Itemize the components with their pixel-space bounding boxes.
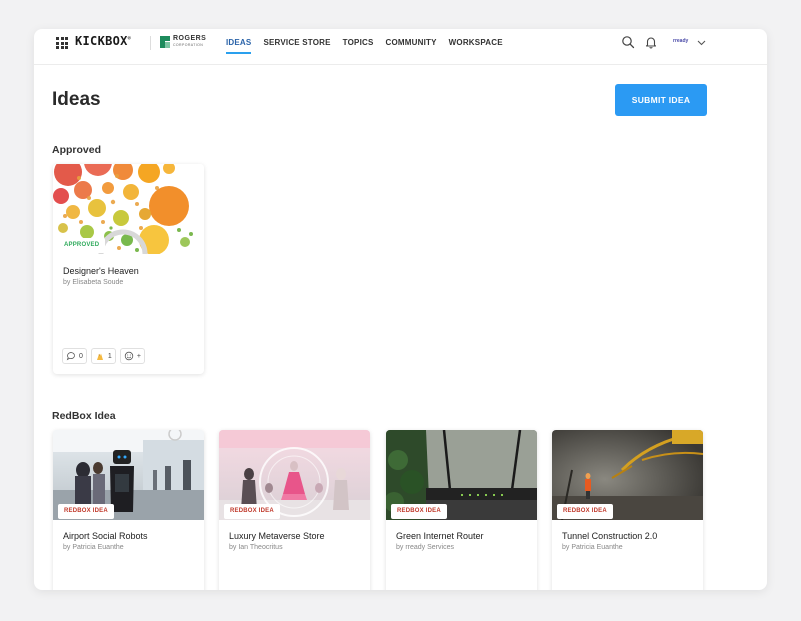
kickbox-logo[interactable]: KICKBOX® bbox=[75, 34, 131, 48]
comments-button[interactable]: 0 bbox=[62, 348, 87, 364]
top-navigation-bar: KICKBOX® ROGERS CORPORATION IDEAS SERVIC… bbox=[34, 29, 767, 65]
idea-author: by Ian Theocritus bbox=[229, 544, 283, 551]
nav-workspace[interactable]: WORKSPACE bbox=[449, 29, 503, 65]
search-icon[interactable] bbox=[621, 35, 635, 49]
section-approved-heading: Approved bbox=[52, 144, 102, 156]
partner-subtitle: CORPORATION bbox=[173, 43, 204, 47]
apps-grid-icon[interactable] bbox=[56, 37, 68, 49]
brand-registered-mark: ® bbox=[127, 36, 131, 42]
comment-icon bbox=[66, 352, 75, 361]
idea-title[interactable]: Luxury Metaverse Store bbox=[229, 531, 325, 541]
submit-idea-button[interactable]: SUBMIT IDEA bbox=[615, 84, 707, 116]
bell-icon[interactable] bbox=[644, 35, 658, 49]
idea-card-airport-social-robots[interactable]: REDBOX IDEA Airport Social Robots by Pat… bbox=[53, 430, 204, 590]
idea-title[interactable]: Tunnel Construction 2.0 bbox=[562, 531, 657, 541]
idea-title[interactable]: Airport Social Robots bbox=[63, 531, 148, 541]
add-reaction-plus: + bbox=[136, 352, 141, 360]
section-redbox-heading: RedBox Idea bbox=[52, 410, 116, 422]
logo-divider bbox=[150, 36, 151, 50]
smiley-icon bbox=[124, 351, 134, 361]
idea-author: by rready Services bbox=[396, 544, 454, 551]
main-nav: IDEAS SERVICE STORE TOPICS COMMUNITY WOR… bbox=[226, 29, 503, 65]
comments-count: 0 bbox=[79, 352, 83, 360]
nav-community[interactable]: COMMUNITY bbox=[386, 29, 437, 65]
partner-mark-icon bbox=[160, 36, 170, 48]
clap-icon bbox=[96, 353, 103, 360]
idea-title[interactable]: Green Internet Router bbox=[396, 531, 484, 541]
nav-topics[interactable]: TOPICS bbox=[343, 29, 374, 65]
nav-ideas[interactable]: IDEAS bbox=[226, 29, 252, 65]
app-window: KICKBOX® ROGERS CORPORATION IDEAS SERVIC… bbox=[34, 29, 767, 590]
redbox-badge: REDBOX IDEA bbox=[224, 504, 280, 519]
idea-card-green-internet-router[interactable]: REDBOX IDEA Green Internet Router by rre… bbox=[386, 430, 537, 590]
vote-button[interactable]: 1 bbox=[90, 348, 116, 364]
idea-card-luxury-metaverse-store[interactable]: REDBOX IDEA Luxury Metaverse Store by Ia… bbox=[219, 430, 370, 590]
reaction-bar: 0 1 + bbox=[62, 348, 145, 364]
account-logo[interactable]: rready bbox=[673, 38, 688, 44]
nav-service-store[interactable]: SERVICE STORE bbox=[263, 29, 330, 65]
add-reaction-button[interactable]: + bbox=[119, 348, 145, 364]
idea-title[interactable]: Designer's Heaven bbox=[63, 266, 139, 276]
vote-count: 1 bbox=[107, 352, 112, 360]
idea-card-tunnel-construction[interactable]: REDBOX IDEA Tunnel Construction 2.0 by P… bbox=[552, 430, 703, 590]
brand-name: KICKBOX bbox=[75, 34, 128, 48]
idea-author: by Patricia Euanthe bbox=[562, 544, 623, 551]
page-title: Ideas bbox=[52, 89, 101, 110]
approved-badge: APPROVED bbox=[58, 238, 106, 253]
idea-card-designers-heaven[interactable]: APPROVED Designer's Heaven by Elisabeta … bbox=[53, 164, 204, 374]
redbox-badge: REDBOX IDEA bbox=[391, 504, 447, 519]
redbox-badge: REDBOX IDEA bbox=[58, 504, 114, 519]
partner-name: ROGERS bbox=[173, 35, 207, 42]
idea-author: by Patricia Euanthe bbox=[63, 544, 124, 551]
chevron-down-icon[interactable] bbox=[696, 37, 707, 48]
idea-author: by Elisabeta Soude bbox=[63, 279, 124, 286]
partner-logo: ROGERS CORPORATION bbox=[160, 35, 208, 51]
redbox-badge: REDBOX IDEA bbox=[557, 504, 613, 519]
